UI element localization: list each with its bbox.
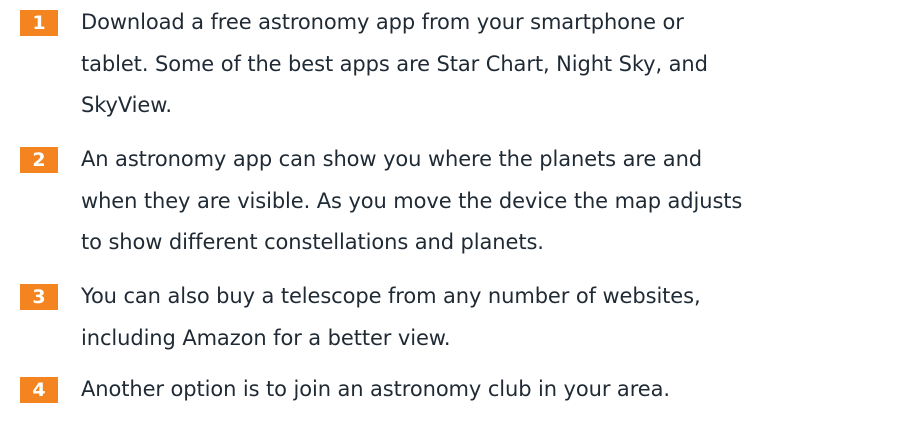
step-text: Another option is to join an astronomy c… [81,369,911,411]
step-text-line: You can also buy a telescope from any nu… [81,284,701,308]
step-text-line: when they are visible. As you move the d… [81,188,743,213]
step-number-badge: 3 [20,284,58,310]
step-number-badge: 4 [20,377,58,403]
numbered-steps-list: 1 Download a free astronomy app from you… [0,0,915,437]
step-text-line: An astronomy app can show you where the … [81,147,703,171]
step-number-badge: 1 [20,10,58,36]
step-text-line: tablet. Some of the best apps are Star C… [81,51,708,76]
step-text-line: including Amazon for a better view. [81,325,451,350]
step-text: An astronomy app can show you where the … [81,139,911,264]
step-number-badge: 2 [20,147,58,173]
step-text-line: SkyView. [81,93,172,117]
step-text-line: Another option is to join an astronomy c… [81,377,670,401]
step-text: Download a free astronomy app from your … [81,2,911,127]
step-text: You can also buy a telescope from any nu… [81,276,911,359]
step-text-line: to show different constellations and pla… [81,230,544,254]
step-text-line: Download a free astronomy app from your … [81,10,684,34]
